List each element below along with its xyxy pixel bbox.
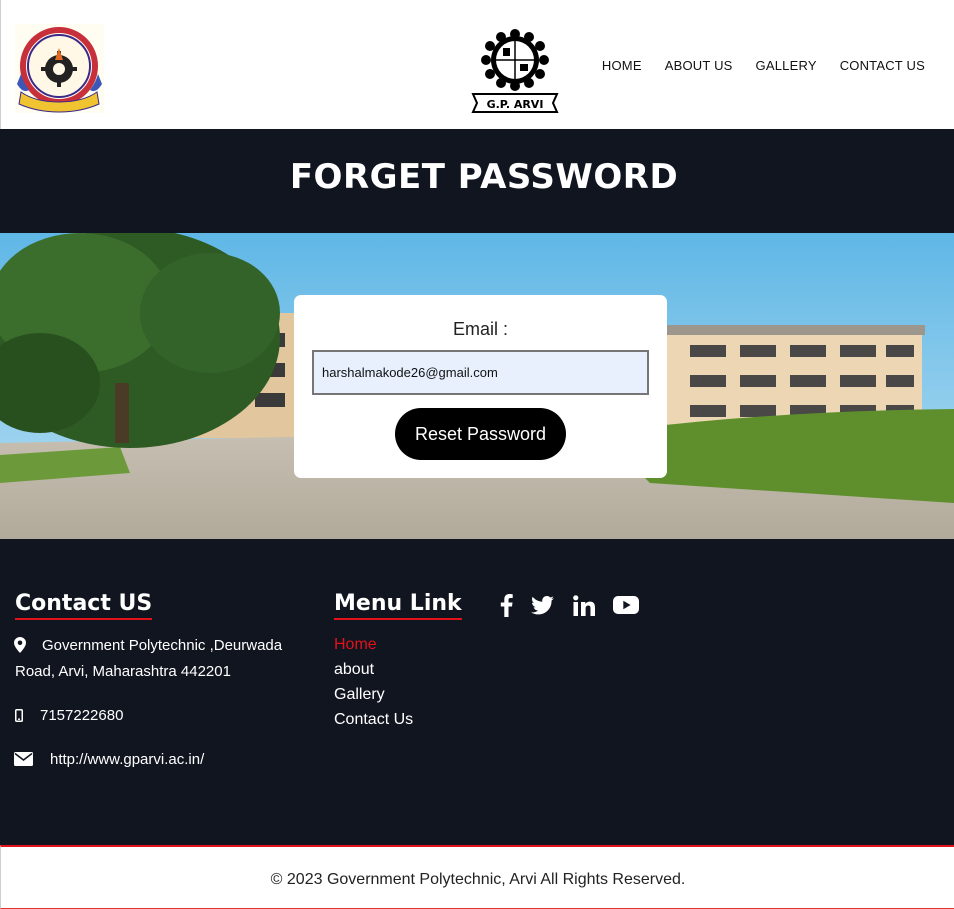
page-title: FORGET PASSWORD [289, 157, 679, 197]
email-input[interactable] [312, 350, 649, 395]
copyright-bar: © 2023 Government Polytechnic, Arvi All … [0, 845, 954, 909]
address-line-1: Government Polytechnic ,Deurwada [42, 637, 283, 654]
main-nav: HOME ABOUT US GALLERY CONTACT US [602, 58, 925, 73]
twitter-icon[interactable] [531, 596, 554, 620]
email-label: Email : [452, 319, 508, 339]
reset-password-card: Email : Reset Password [294, 295, 667, 478]
copyright-text: © 2023 Government Polytechnic, Arvi All … [270, 871, 686, 888]
footer-link-contact-us[interactable]: Contact Us [334, 711, 413, 729]
logo-caption: G.P. ARVI [487, 98, 544, 111]
footer-link-home[interactable]: Home [334, 636, 377, 654]
site-header: G.P. ARVI HOME ABOUT US GALLERY CONTACT … [0, 0, 954, 129]
nav-about-us[interactable]: ABOUT US [665, 58, 733, 73]
phone-number: 7157222680 [40, 707, 124, 724]
mobile-phone-icon [15, 709, 23, 727]
menu-link-heading: Menu Link [334, 591, 462, 621]
nav-contact-us[interactable]: CONTACT US [840, 58, 925, 73]
reset-password-button[interactable]: Reset Password [395, 408, 566, 460]
nav-gallery[interactable]: GALLERY [756, 58, 817, 73]
institute-emblem-logo[interactable] [15, 24, 104, 113]
nav-home[interactable]: HOME [602, 58, 642, 73]
footer-link-about[interactable]: about [334, 661, 374, 679]
footer-link-gallery[interactable]: Gallery [334, 686, 385, 704]
envelope-icon [14, 752, 33, 771]
website-link[interactable]: http://www.gparvi.ac.in/ [50, 751, 204, 768]
contact-heading: Contact US [15, 591, 153, 621]
address-line-2: Road, Arvi, Maharashtra 442201 [15, 663, 231, 680]
page-title-band: FORGET PASSWORD [0, 129, 954, 233]
site-footer: Contact US Government Polytechnic ,Deurw… [0, 539, 954, 845]
youtube-icon[interactable] [613, 596, 639, 619]
map-marker-icon [14, 637, 26, 658]
facebook-icon[interactable] [500, 593, 513, 622]
linkedin-icon[interactable] [573, 595, 595, 621]
gp-arvi-logo[interactable]: G.P. ARVI [467, 24, 563, 114]
